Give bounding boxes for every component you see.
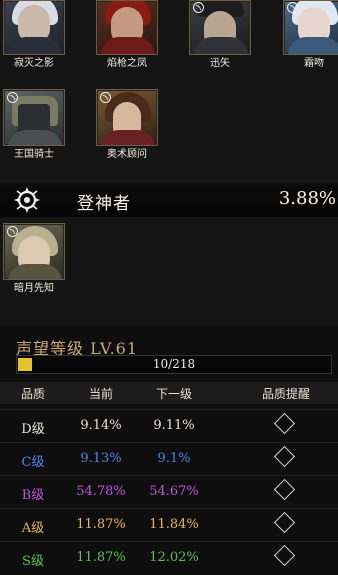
header-quality: 品质 [20,387,45,401]
grade-label: C级 [21,455,45,470]
next-rate: 54.67% [149,484,199,499]
quality-reminder-toggle[interactable] [273,511,296,534]
quality-reminder-toggle[interactable] [273,445,296,468]
character-card-3[interactable]: 迅矢 [189,0,251,70]
element-icon [287,2,298,13]
quality-reminder-toggle[interactable] [273,478,296,501]
element-icon [100,92,111,103]
next-rate: 12.02% [149,550,199,565]
tier-rate: 3.88% [278,188,336,209]
deity-emblem-icon [14,187,40,213]
character-name: 奥术顾问 [107,149,147,160]
element-icon [7,226,18,237]
quality-row: D级 9.14% 9.11% [0,409,338,442]
header-reminder: 品质提醒 [261,387,310,401]
character-portrait [189,0,251,55]
character-name: 迅矢 [210,58,230,69]
current-rate: 54.78% [76,484,126,499]
character-portrait [96,89,158,146]
reputation-progress-text: 10/218 [152,357,196,371]
character-card-2[interactable]: 焰枪之凤 [96,0,158,70]
character-portrait [96,0,158,55]
grade-label: D级 [21,422,45,437]
current-rate: 9.14% [80,418,122,433]
next-rate: 11.84% [149,517,199,532]
character-name: 暗月先知 [14,283,54,294]
grade-label: A级 [21,521,45,536]
character-portrait [3,0,65,55]
current-rate: 9.13% [80,451,122,466]
character-card-5[interactable]: 王国骑士 [3,89,65,161]
tier-header: 登神者 3.88% [0,183,338,217]
tier-name: 登神者 [77,194,131,214]
header-next: 下一级 [155,387,192,401]
character-card-1[interactable]: 寂灭之影 [3,0,65,70]
character-card-6[interactable]: 奥术顾问 [96,89,158,161]
character-name: 霜吻 [304,58,324,69]
character-portrait [3,223,65,280]
current-rate: 11.87% [76,517,126,532]
character-name: 寂灭之影 [14,58,54,69]
character-card-4[interactable]: 霜吻 [283,0,338,70]
current-rate: 11.87% [76,550,126,565]
grade-label: S级 [22,554,44,569]
character-name: 王国骑士 [14,149,54,160]
character-name: 焰枪之凤 [107,58,147,69]
next-rate: 9.11% [153,418,195,433]
character-portrait [3,89,65,146]
quality-reminder-toggle[interactable] [273,544,296,567]
element-icon [193,2,204,13]
reputation-progress-bar: 10/218 [16,355,332,374]
header-current: 当前 [88,387,113,401]
character-portrait [283,0,338,55]
character-card-tier[interactable]: 暗月先知 [3,223,65,295]
element-icon [7,92,18,103]
quality-row: S级 11.87% 12.02% [0,541,338,574]
quality-table-header: 品质 当前 下一级 品质提醒 [0,382,338,404]
quality-row: B级 54.78% 54.67% [0,475,338,508]
quality-reminder-toggle[interactable] [273,412,296,435]
grade-label: B级 [21,488,45,503]
quality-row: C级 9.13% 9.1% [0,442,338,475]
quality-row: A级 11.87% 11.84% [0,508,338,541]
next-rate: 9.1% [157,451,191,466]
